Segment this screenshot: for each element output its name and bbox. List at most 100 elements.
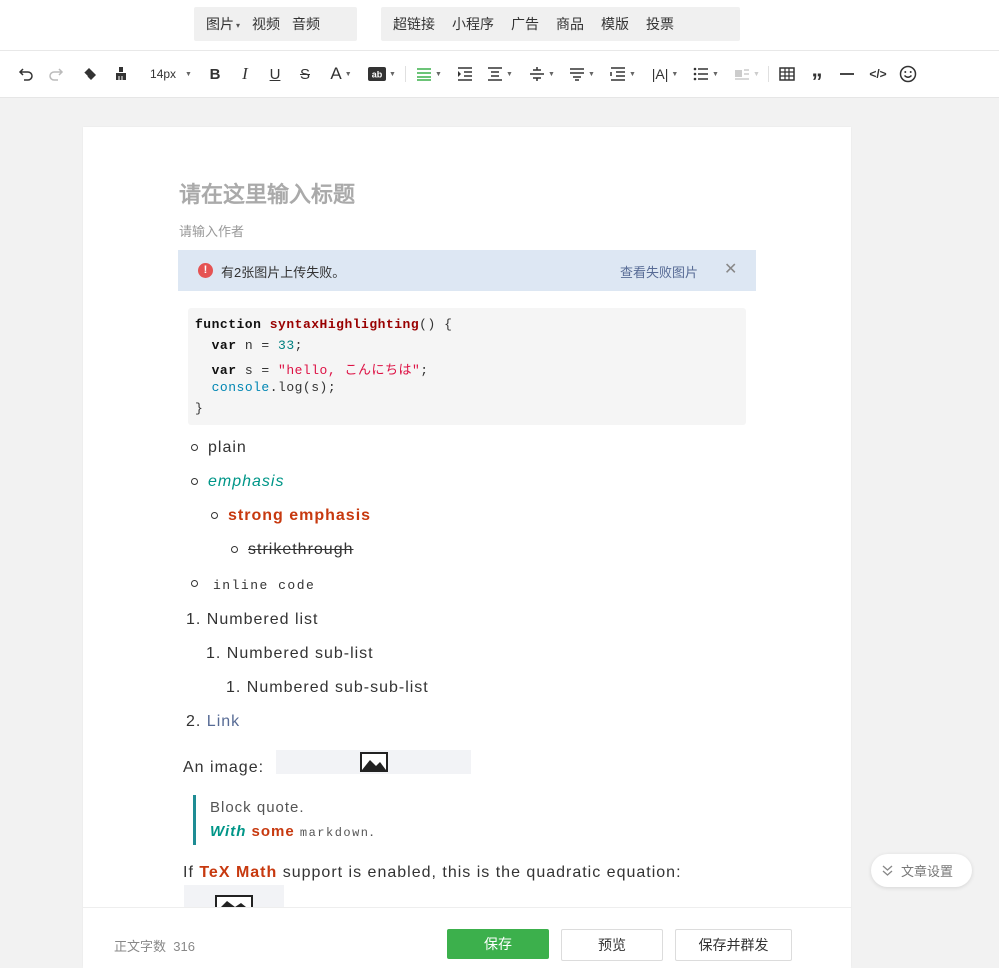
list-item-numbered: 2. Link [186, 713, 240, 731]
paragraph-text: support is enabled, this is the quadrati… [282, 864, 682, 881]
list-item-emphasis: emphasis [208, 473, 285, 490]
format-toolbar: 14px ▼ B I U S A ▼ ab ▼ ▼ ▼ ▼ ▼ ▼ |A| ▼ ▼ ▼ … [0, 50, 999, 98]
bullet-marker [211, 512, 218, 519]
bullet-list-icon[interactable]: ▼ [691, 51, 721, 97]
list-item-numbered: 1. Numbered sub-list [206, 645, 374, 663]
preview-button[interactable]: 预览 [561, 929, 663, 961]
insert-template-button[interactable]: 模版 [601, 14, 629, 34]
italic-icon[interactable]: I [235, 51, 255, 97]
vertical-align-icon[interactable]: ▼ [527, 51, 557, 97]
list-item-text: Numbered list [206, 611, 319, 628]
insert-toolbar: 图片 ▾ 视频 音频 超链接 小程序 广告 商品 模版 投票 [0, 0, 999, 50]
font-color-icon[interactable]: A ▼ [326, 51, 356, 97]
quote-line: With some markdown. [210, 823, 375, 840]
list-item-strong: strong emphasis [228, 507, 372, 524]
code-text: n = [236, 338, 279, 353]
emoji-icon[interactable] [897, 51, 919, 97]
quote-code: markdown [299, 826, 370, 840]
indent-icon[interactable] [455, 51, 475, 97]
chevron-down-icon: ▼ [671, 70, 679, 78]
author-input[interactable]: 请输入作者 [179, 221, 244, 240]
align-justify-icon[interactable]: ▼ [414, 51, 444, 97]
code-line: var n = 33; [195, 338, 303, 353]
code-line: console.log(s); [195, 380, 336, 395]
bullet-marker [191, 478, 198, 485]
quote-text: . [369, 823, 375, 840]
insert-video-button[interactable]: 视频 [252, 14, 280, 34]
font-size-value: 14px [150, 67, 177, 81]
word-count: 正文字数 316 [114, 936, 195, 955]
letter-spacing-icon[interactable]: |A| ▼ [650, 51, 680, 97]
quote-strong: some [251, 823, 295, 840]
format-painter-icon[interactable] [111, 51, 131, 97]
toolbar-divider [405, 66, 406, 82]
redo-icon[interactable] [46, 51, 66, 97]
equation-image-placeholder[interactable] [184, 885, 284, 909]
clear-format-icon[interactable] [80, 51, 100, 97]
code-function-name: syntaxHighlighting [269, 317, 420, 332]
chevron-down-icon: ▾ [236, 20, 241, 30]
code-text: .log(s); [269, 380, 337, 395]
save-button[interactable]: 保存 [447, 929, 549, 959]
code-keyword: var [211, 363, 237, 378]
code-block[interactable]: function syntaxHighlighting() { var n = … [188, 308, 746, 425]
link-text[interactable]: Link [207, 713, 240, 730]
text-indent-icon[interactable]: ▼ [608, 51, 638, 97]
list-item-inline-code: inline code [213, 578, 316, 593]
code-icon[interactable]: </> [867, 51, 889, 97]
background-color-icon[interactable]: ab ▼ [367, 51, 397, 97]
content-insert-group: 超链接 小程序 广告 商品 模版 投票 [381, 7, 740, 41]
list-item-numbered: 1. Numbered sub-sub-list [226, 679, 429, 697]
insert-miniprogram-button[interactable]: 小程序 [452, 14, 494, 34]
word-count-value: 316 [173, 939, 195, 954]
line-spacing-icon[interactable]: ▼ [567, 51, 597, 97]
bullet-marker [191, 444, 198, 451]
insert-hyperlink-button[interactable]: 超链接 [381, 14, 435, 34]
article-settings-button[interactable]: 文章设置 [871, 854, 972, 887]
insert-ad-button[interactable]: 广告 [511, 14, 539, 34]
article-settings-label: 文章设置 [901, 864, 954, 879]
alert-message: 有2张图片上传失败。 [221, 265, 346, 280]
word-count-label: 正文字数 [114, 939, 167, 954]
list-item-text: Numbered sub-list [226, 645, 374, 662]
chevron-down-icon: ▼ [753, 70, 760, 78]
code-keyword: var [211, 338, 237, 353]
chevron-down-icon: ▼ [712, 70, 719, 78]
chevron-down-icon: ▼ [506, 70, 513, 78]
save-and-broadcast-button[interactable]: 保存并群发 [675, 929, 792, 961]
image-float-icon[interactable]: ▼ [732, 51, 762, 97]
blockquote-bar [193, 795, 196, 845]
view-failed-images-link[interactable]: 查看失败图片 [620, 262, 698, 281]
toolbar-divider [768, 66, 769, 82]
image-placeholder[interactable] [276, 750, 471, 774]
quote-emphasis: With [210, 823, 247, 840]
editor-footer: 正文字数 316 保存 预览 保存并群发 [83, 907, 851, 968]
bold-icon[interactable]: B [205, 51, 225, 97]
insert-image-menu[interactable]: 图片 ▾ [194, 14, 240, 34]
insert-product-button[interactable]: 商品 [556, 14, 584, 34]
editor-card: 请在这里输入标题 请输入作者 ! 有2张图片上传失败。 查看失败图片 ✕ fun… [83, 127, 851, 967]
code-line: } [195, 401, 203, 416]
code-number: 33 [278, 338, 295, 353]
divider-line-icon[interactable] [837, 51, 857, 97]
code-line: function syntaxHighlighting() { [195, 317, 452, 332]
strikethrough-icon[interactable]: S [295, 51, 315, 97]
media-insert-group: 图片 ▾ 视频 音频 [194, 7, 357, 41]
underline-icon[interactable]: U [265, 51, 285, 97]
code-text: } [195, 401, 204, 416]
title-input[interactable]: 请在这里输入标题 [179, 177, 355, 209]
close-icon[interactable]: ✕ [724, 259, 737, 279]
list-item-plain: plain [208, 439, 247, 456]
insert-audio-button[interactable]: 音频 [292, 14, 320, 34]
font-size-select[interactable]: 14px ▼ [147, 51, 195, 97]
paragraph-spacing-icon[interactable]: ▼ [485, 51, 515, 97]
insert-vote-button[interactable]: 投票 [646, 14, 674, 34]
undo-icon[interactable] [16, 51, 36, 97]
paragraph-text: If [183, 864, 194, 881]
list-item-numbered: 1. Numbered list [186, 611, 319, 629]
svg-text:ab: ab [372, 70, 383, 80]
list-number: 2. [186, 713, 202, 730]
table-icon[interactable] [777, 51, 797, 97]
chevron-down-icon: ▼ [389, 70, 396, 78]
quote-icon[interactable]: ” [807, 51, 827, 105]
